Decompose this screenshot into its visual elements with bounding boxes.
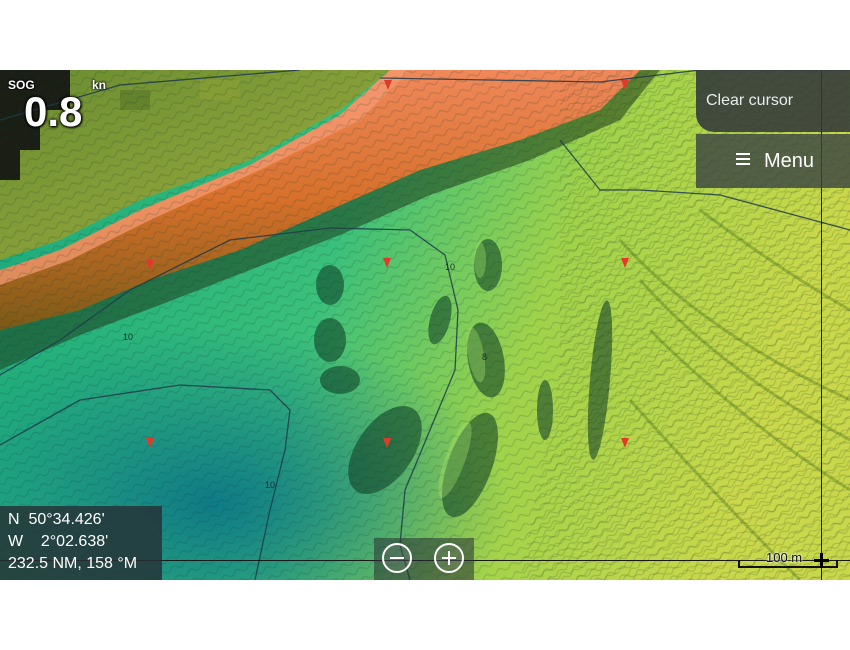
cursor-position-panel: N 50°34.426' W 2°02.638' 232.5 NM, 158 °…	[0, 506, 162, 580]
cursor-crosshair-icon[interactable]	[814, 553, 829, 568]
scale-label: 100 m	[766, 550, 803, 565]
range-bearing: 232.5 NM, 158 °M	[8, 555, 138, 572]
minus-icon	[390, 557, 404, 559]
scale-bar: 100 m	[736, 548, 846, 574]
zoom-out-button[interactable]	[382, 543, 412, 573]
longitude: W 2°02.638'	[8, 533, 109, 550]
clear-cursor-button[interactable]: Clear cursor	[696, 70, 850, 132]
hamburger-icon	[736, 153, 750, 165]
bathymetry-chart[interactable]: 10 10 8 10 SOG kn 0.8 Clear cursor Menu …	[0, 70, 850, 580]
menu-label: Menu	[764, 149, 815, 172]
depth-label: 8	[482, 352, 487, 362]
zoom-controls	[374, 538, 474, 580]
sog-unit: kn	[92, 78, 107, 92]
sog-value: 0.8	[24, 88, 83, 135]
depth-label: 10	[445, 262, 455, 272]
depth-label: 10	[123, 332, 133, 342]
zoom-in-button[interactable]	[434, 543, 464, 573]
depth-label: 10	[265, 480, 275, 490]
latitude: N 50°34.426'	[8, 511, 105, 528]
menu-button[interactable]: Menu	[696, 134, 850, 188]
clear-cursor-label: Clear cursor	[706, 92, 794, 109]
sog-readout: SOG kn 0.8	[4, 74, 114, 140]
page: 10 10 8 10 SOG kn 0.8 Clear cursor Menu …	[0, 0, 850, 650]
